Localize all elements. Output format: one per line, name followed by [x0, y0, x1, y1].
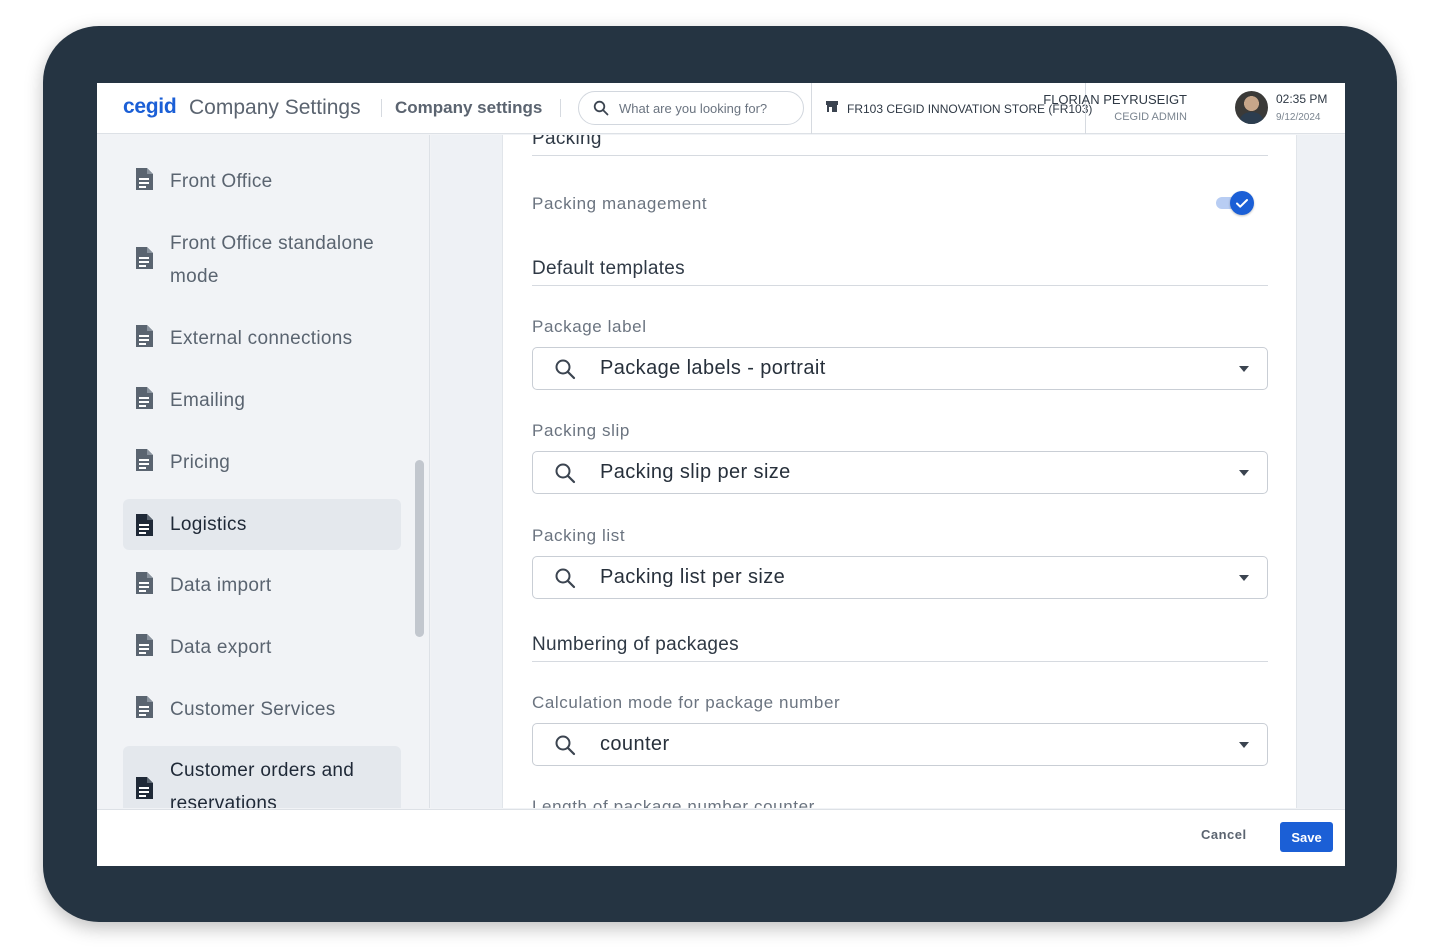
global-search[interactable]: [578, 91, 804, 125]
section-title-numbering: Numbering of packages: [532, 634, 739, 655]
sidebar-item-label: Customer Services: [170, 699, 336, 720]
search-icon: [554, 358, 576, 385]
section-divider: [532, 661, 1268, 662]
cancel-button[interactable]: Cancel: [1201, 827, 1247, 842]
sidebar-item-label: Front Office standalone: [170, 233, 375, 254]
sidebar-item-pricing[interactable]: Pricing: [123, 446, 401, 479]
user-info[interactable]: FLORIAN PEYRUSEIGT CEGID ADMIN: [1043, 92, 1187, 123]
packing-list-value: Packing list per size: [600, 566, 786, 588]
packing-management-toggle[interactable]: [1214, 191, 1256, 215]
calculation-mode-select[interactable]: counter: [532, 723, 1268, 766]
chevron-down-icon: [1239, 366, 1249, 372]
sidebar-item-front-office-standalone[interactable]: Front Office standalone mode: [123, 227, 401, 293]
sidebar-item-label: Customer orders and: [170, 760, 355, 781]
header-divider: [560, 99, 561, 117]
packing-list-select[interactable]: Packing list per size: [532, 556, 1268, 599]
top-header: cegid Company Settings Company settings …: [97, 83, 1345, 134]
sidebar-item-label: Data export: [170, 637, 272, 658]
save-button[interactable]: Save: [1280, 822, 1333, 852]
sidebar-item-label: Pricing: [170, 452, 231, 473]
app-title: Company Settings: [189, 96, 361, 119]
document-icon: [134, 324, 154, 353]
header-divider: [381, 99, 382, 117]
search-icon: [554, 734, 576, 761]
calculation-mode-value: counter: [600, 733, 670, 755]
user-role: CEGID ADMIN: [1114, 111, 1187, 123]
sidebar-item-data-export[interactable]: Data export: [123, 631, 401, 664]
action-footer: Cancel Save: [97, 809, 1345, 866]
breadcrumb[interactable]: Company settings: [395, 98, 542, 118]
search-icon: [554, 567, 576, 594]
length-counter-label: Length of package number counter: [532, 797, 815, 808]
document-icon: [134, 246, 154, 275]
settings-panel: Packing Packing management Default templ…: [502, 135, 1297, 808]
sidebar-item-logistics[interactable]: Logistics: [123, 499, 401, 550]
section-divider: [532, 285, 1268, 286]
document-icon: [134, 386, 154, 415]
sidebar-scrollbar[interactable]: [415, 460, 424, 637]
clock: 02:35 PM 9/12/2024: [1276, 92, 1327, 123]
settings-sidebar: Front Office Front Office standalone mod…: [97, 135, 430, 808]
sidebar-item-customer-orders[interactable]: Customer orders and reservations: [123, 746, 401, 808]
calculation-mode-label: Calculation mode for package number: [532, 693, 841, 712]
document-icon: [134, 513, 154, 542]
chevron-down-icon: [1239, 742, 1249, 748]
clock-date: 9/12/2024: [1276, 112, 1321, 123]
document-icon: [134, 776, 154, 805]
document-icon: [134, 571, 154, 600]
sidebar-item-external-connections[interactable]: External connections: [123, 322, 401, 355]
section-title-default-templates: Default templates: [532, 258, 685, 279]
cegid-logo[interactable]: cegid: [123, 95, 177, 119]
packing-slip-select[interactable]: Packing slip per size: [532, 451, 1268, 494]
sidebar-item-data-import[interactable]: Data import: [123, 569, 401, 602]
clock-time: 02:35 PM: [1276, 92, 1328, 106]
sidebar-item-label: Front Office: [170, 171, 273, 192]
sidebar-item-front-office[interactable]: Front Office: [123, 165, 401, 198]
document-icon: [134, 448, 154, 477]
search-icon: [593, 100, 609, 121]
sidebar-item-label: Data import: [170, 575, 272, 596]
chevron-down-icon: [1239, 470, 1249, 476]
check-icon: [1236, 199, 1248, 208]
sidebar-item-emailing[interactable]: Emailing: [123, 384, 401, 417]
sidebar-item-label: mode: [170, 266, 219, 287]
document-icon: [134, 695, 154, 724]
header-divider: [811, 83, 812, 134]
sidebar-item-label: Emailing: [170, 390, 246, 411]
packing-list-label: Packing list: [532, 526, 626, 545]
sidebar-item-label: Logistics: [170, 514, 247, 535]
document-icon: [134, 167, 154, 196]
search-input[interactable]: [619, 98, 799, 118]
store-icon: [825, 100, 839, 118]
chevron-down-icon: [1239, 575, 1249, 581]
packing-management-label: Packing management: [532, 194, 708, 213]
search-icon: [554, 462, 576, 489]
packing-slip-label: Packing slip: [532, 421, 630, 440]
package-label-value: Package labels - portrait: [600, 357, 826, 379]
package-label-label: Package label: [532, 317, 647, 336]
app-screen: cegid Company Settings Company settings …: [97, 83, 1345, 866]
avatar[interactable]: [1235, 91, 1268, 124]
sidebar-item-label: reservations: [170, 793, 278, 808]
packing-slip-value: Packing slip per size: [600, 461, 791, 483]
sidebar-item-label: External connections: [170, 328, 353, 349]
toggle-knob: [1230, 191, 1254, 215]
section-title-packing: Packing: [532, 135, 602, 149]
section-divider: [532, 155, 1268, 156]
document-icon: [134, 633, 154, 662]
sidebar-item-customer-services[interactable]: Customer Services: [123, 693, 401, 726]
package-label-select[interactable]: Package labels - portrait: [532, 347, 1268, 390]
user-name: FLORIAN PEYRUSEIGT: [1043, 92, 1187, 107]
